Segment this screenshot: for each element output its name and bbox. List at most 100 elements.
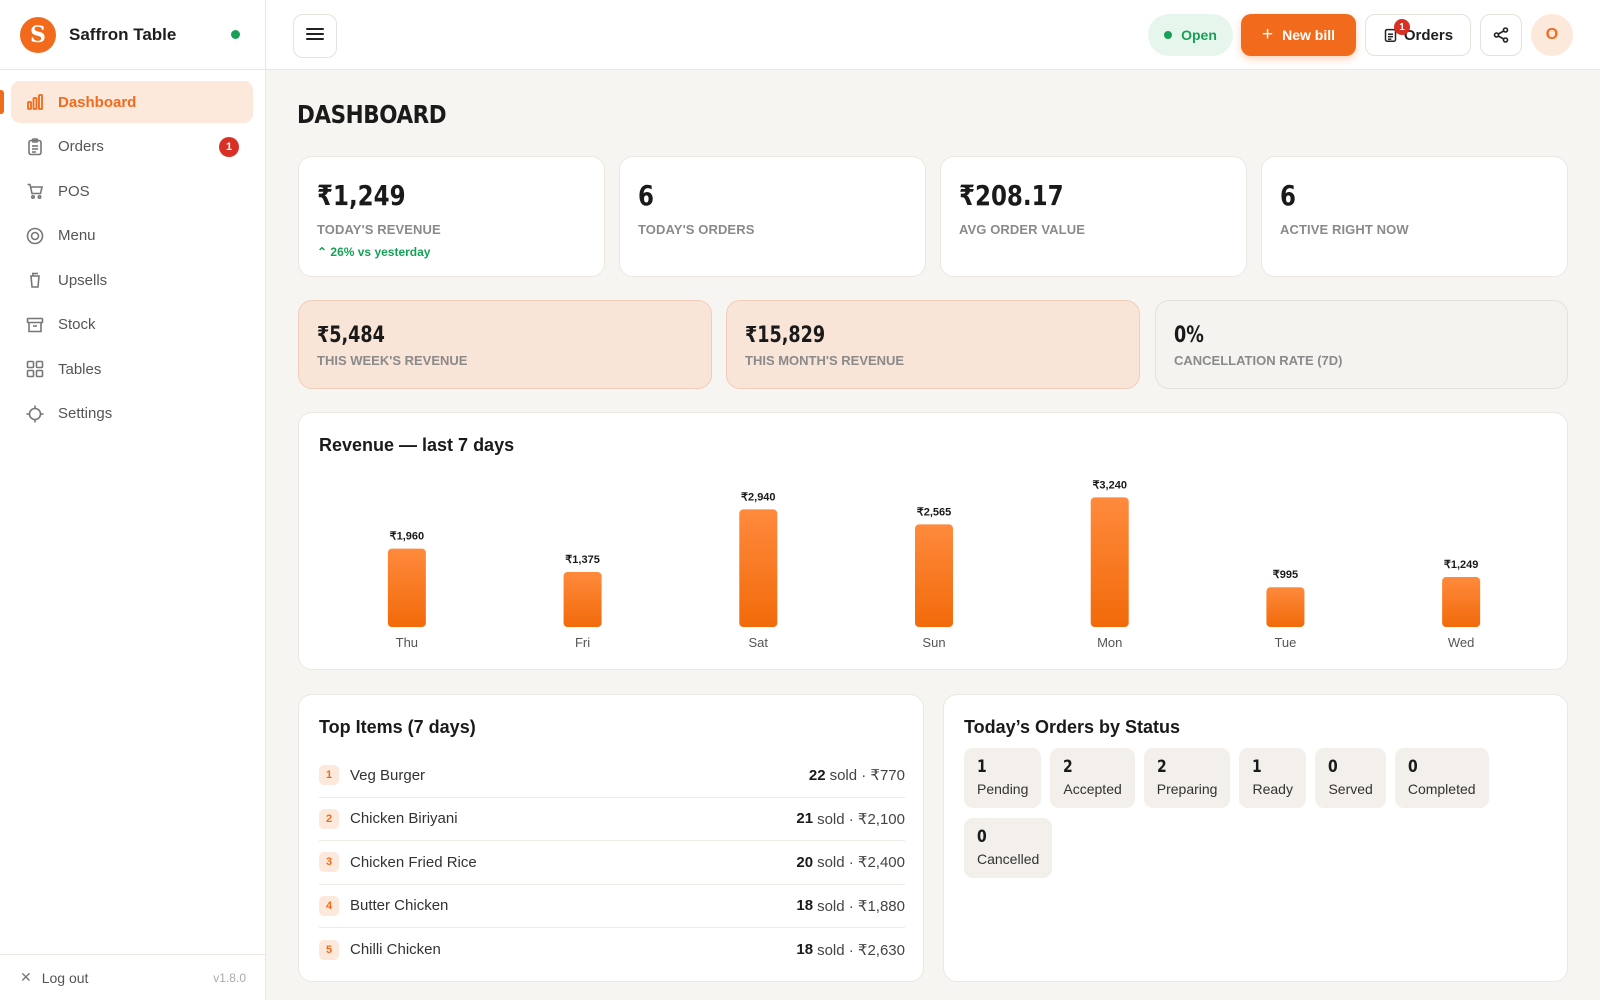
item-sold-revenue: sold · ₹2,100 [817,810,905,828]
share-icon [1492,26,1510,44]
status-count: 2 [1063,757,1074,777]
status-label: Served [1328,781,1373,797]
logout-label: Log out [41,969,89,986]
sidebar-item-label: Stock [58,316,96,333]
status-label: Ready [1252,781,1293,797]
sidebar-item-stock[interactable]: Stock [11,304,253,346]
status-count: 1 [1252,757,1263,777]
stat-label: CANCELLATION RATE (7D) [1174,353,1343,368]
cart-icon [25,181,45,201]
item-sold-count: 18 [796,897,814,915]
sidebar-item-pos[interactable]: POS [11,170,253,212]
sidebar-item-label: Dashboard [58,93,137,111]
x-tick-label: Mon [1097,635,1122,650]
status-chip-completed[interactable]: 0 Completed [1394,748,1489,808]
store-status-badge[interactable]: Open [1148,14,1233,56]
avg-order-value-card: ₹208.17 AVG ORDER VALUE [940,156,1247,277]
bar-tue [1266,587,1305,627]
orders-notification-badge: 1 [1394,19,1410,35]
status-chip-cancelled[interactable]: 0 Cancelled [964,818,1053,878]
bar-chart-icon [25,92,45,112]
x-tick-label: Wed [1448,635,1475,650]
x-tick-label: Sat [749,635,769,650]
item-sold-count: 18 [796,941,814,959]
item-sold-count: 21 [796,810,814,828]
item-name: Chicken Fried Rice [350,853,477,871]
sidebar-nav: Dashboard Orders 1 POS Menu Upsells Stoc… [0,70,265,435]
plus-icon: + [1261,24,1274,45]
rank-badge: 4 [319,895,339,916]
orders-count-badge: 1 [219,136,239,157]
top-items-list: 1 Veg Burger 22 sold · ₹770 2 Chicken Biriyan… [319,754,905,972]
status-chip-preparing[interactable]: 2 Preparing [1143,748,1231,808]
top-items-title: Top Items (7 days) [319,717,476,737]
top-item-row: 1 Veg Burger 22 sold · ₹770 [319,754,905,798]
sidebar-item-menu[interactable]: Menu [11,215,253,257]
top-item-row: 5 Chilli Chicken 18 sold · ₹2,630 [319,928,905,972]
sidebar-item-settings[interactable]: Settings [11,393,253,435]
status-label: Accepted [1063,781,1122,797]
share-button[interactable] [1480,14,1522,56]
stat-value: 6 [638,179,654,212]
bar-value-label: ₹1,960 [390,531,425,543]
sidebar-item-label: Settings [58,405,113,422]
stat-label: AVG ORDER VALUE [959,222,1085,237]
x-tick-label: Tue [1274,635,1296,650]
bar-sun [915,524,953,627]
status-chip-served[interactable]: 0 Served [1315,748,1386,808]
status-chip-accepted[interactable]: 2 Accepted [1050,748,1135,808]
monthly-revenue-card: ₹15,829 THIS MONTH'S REVENUE [726,300,1140,389]
new-bill-button[interactable]: + New bill [1241,14,1356,56]
stat-value: ₹15,829 [745,323,826,348]
user-avatar[interactable]: O [1531,14,1573,56]
status-label: Completed [1407,781,1476,797]
stat-value: ₹208.17 [959,179,1064,212]
online-status-dot [231,30,240,39]
stat-label: TODAY'S ORDERS [638,222,755,237]
status-chip-ready[interactable]: 1 Ready [1239,748,1307,808]
close-icon: ✕ [20,969,32,985]
status-label: Preparing [1156,781,1218,797]
sidebar-item-upsells[interactable]: Upsells [11,259,253,301]
top-item-row: 4 Butter Chicken 18 sold · ₹1,880 [319,885,905,928]
sidebar-item-orders[interactable]: Orders 1 [11,126,253,168]
status-chip-pending[interactable]: 1 Pending [964,748,1042,808]
app-version: v1.8.0 [213,970,246,985]
orders-button-label: Orders [1403,26,1454,44]
orders-button[interactable]: Orders 1 [1365,14,1471,56]
item-sold-count: 20 [796,853,814,871]
sidebar-item-tables[interactable]: Tables [11,348,253,390]
sidebar: S Saffron Table Dashboard Orders 1 POS M… [0,0,266,1000]
stat-value: 0% [1174,323,1204,348]
item-name: Chicken Biriyani [350,810,458,828]
sidebar-footer: ✕ Log out v1.8.0 [0,954,266,1000]
stat-value: 6 [1280,179,1296,212]
sidebar-item-dashboard[interactable]: Dashboard [0,81,253,123]
status-dot [1164,31,1173,39]
bar-value-label: ₹1,249 [1444,559,1479,571]
sidebar-item-label: Upsells [58,271,108,289]
bar-value-label: ₹1,375 [565,554,600,566]
x-tick-label: Sun [922,635,945,650]
weekly-revenue-card: ₹5,484 THIS WEEK'S REVENUE [298,300,712,389]
item-name: Veg Burger [350,766,426,784]
orders-by-status-card: Today’s Orders by Status 1 Pending 2 Accept… [943,694,1568,982]
hamburger-menu-button[interactable] [293,14,337,58]
hamburger-icon [306,27,324,46]
active-right-now-card: 6 ACTIVE RIGHT NOW [1261,156,1568,277]
status-label: Pending [977,781,1029,797]
rank-badge: 2 [319,808,339,829]
new-bill-label: New bill [1282,27,1335,43]
cup-icon [25,270,45,290]
brand-logo: S [20,16,56,53]
revenue-bar-chart: ₹1,960 Thu ₹1,375 Fri ₹2,940 Sat ₹2,565 Sun ₹3,2… [387,479,1481,650]
status-count: 0 [977,827,987,847]
status-label: Cancelled [977,851,1040,867]
rank-badge: 3 [319,852,339,873]
stat-label: TODAY'S REVENUE [317,222,441,237]
x-tick-label: Thu [396,635,418,650]
bar-value-label: ₹2,565 [917,506,952,518]
status-count: 0 [1328,757,1339,777]
dish-icon [25,226,45,246]
logout-button[interactable]: ✕ Log out [20,969,88,986]
